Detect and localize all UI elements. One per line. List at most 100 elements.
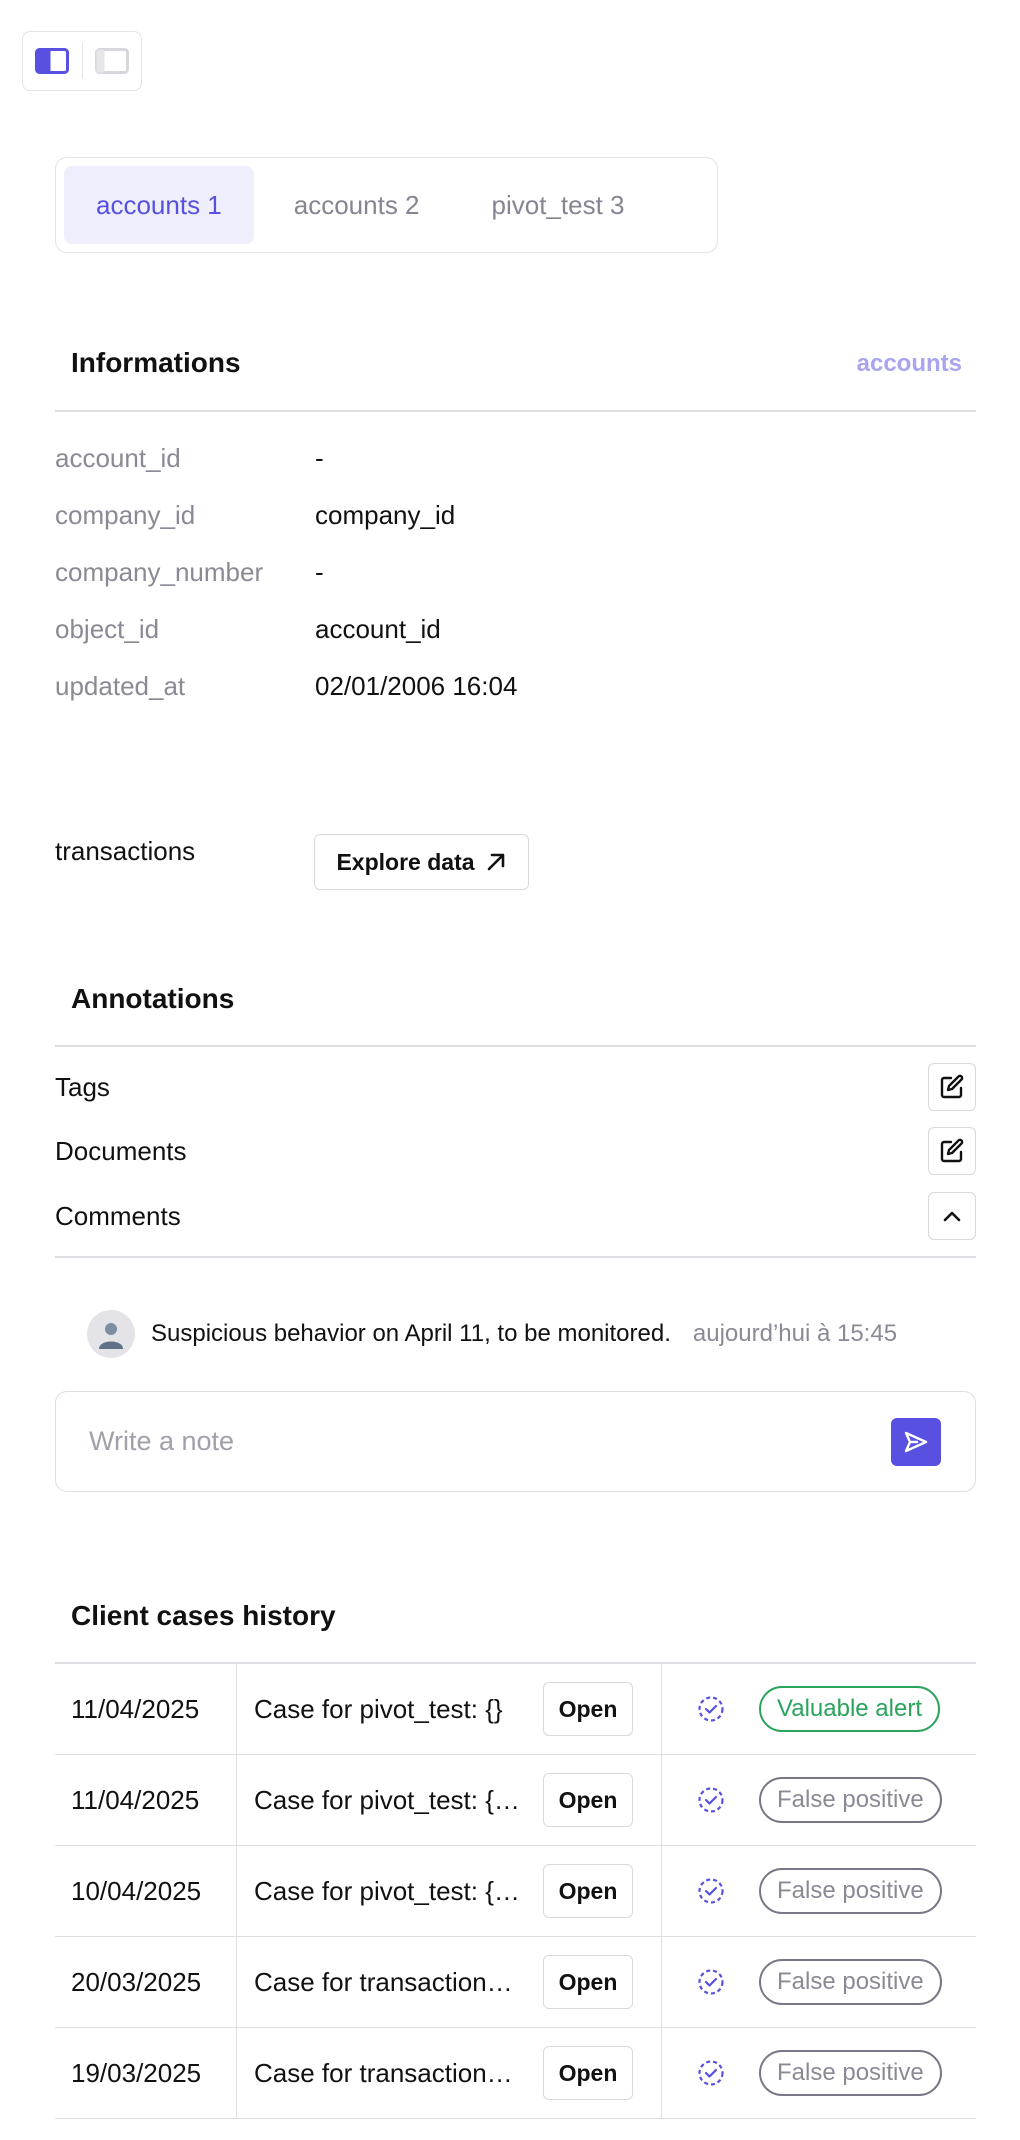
panel-full-icon [94, 48, 129, 74]
case-status-cell [662, 1846, 759, 1936]
note-composer [55, 1391, 976, 1492]
explore-data-label: Explore data [336, 848, 475, 875]
user-icon [99, 1323, 123, 1349]
info-row: company_id company_id [55, 495, 455, 535]
case-open-cell: Open [543, 1846, 662, 1936]
case-status-cell [662, 1755, 759, 1845]
collapse-comments-button[interactable] [928, 1192, 976, 1240]
tab-accounts-2[interactable]: accounts 2 [262, 166, 452, 244]
info-key: company_id [55, 499, 196, 530]
annotation-tags-row: Tags [55, 1062, 976, 1112]
case-name-text: Case for pivot_test: {"account_id": ... [254, 1784, 524, 1815]
tab-pivot-test-3[interactable]: pivot_test 3 [460, 166, 657, 244]
panel-full-button[interactable] [82, 32, 141, 90]
info-value: company_id [315, 499, 456, 530]
info-key: object_id [55, 613, 160, 644]
case-name-text: Case for pivot_test: {"account_id": ... [254, 1875, 524, 1906]
case-date: 11/04/2025 [55, 1664, 237, 1754]
send-icon [904, 1431, 928, 1452]
edit-icon [940, 1074, 964, 1099]
cases-table: 11/04/2025 Case for pivot_test: {} Open … [55, 1664, 976, 2119]
object-tabs: accounts 1 accounts 2 pivot_test 3 [55, 157, 718, 253]
edit-documents-button[interactable] [928, 1127, 976, 1175]
arrow-up-right-icon [487, 853, 504, 871]
case-open-cell: Open [543, 1755, 662, 1845]
chevron-up-icon [943, 1211, 961, 1222]
annotations-title: Annotations [71, 983, 235, 1014]
status-check-icon [697, 1878, 724, 1904]
case-name-text: Case for transactions: ... [254, 1966, 524, 1997]
comments-label: Comments [55, 1200, 181, 1231]
edit-tags-button[interactable] [928, 1063, 976, 1111]
status-check-icon [697, 1696, 724, 1722]
sidebar-left-icon [35, 48, 70, 74]
case-name: Case for pivot_test: {"account_id": ... [237, 1755, 543, 1845]
send-note-button[interactable] [891, 1417, 941, 1466]
avatar [87, 1310, 135, 1358]
case-name-text: Case for transactions: ... [254, 2057, 524, 2088]
panel-layout-toggle [22, 31, 142, 91]
open-case-button[interactable]: Open [543, 1864, 633, 1918]
case-name: Case for pivot_test: {"account_id": ... [237, 1846, 543, 1936]
open-case-button[interactable]: Open [543, 1682, 633, 1736]
table-row: 19/03/2025 Case for transactions: ... Op… [55, 2028, 976, 2119]
documents-label: Documents [55, 1135, 187, 1166]
case-status-cell [662, 1937, 759, 2027]
info-key: updated_at [55, 670, 186, 701]
transactions-label: transactions [55, 836, 196, 866]
tab-accounts-1[interactable]: accounts 1 [64, 166, 254, 244]
case-date: 20/03/2025 [55, 1937, 237, 2027]
info-row: account_id - [55, 438, 324, 478]
tags-label: Tags [55, 1071, 110, 1102]
info-row: company_number - [55, 552, 324, 592]
status-check-icon [697, 1969, 724, 1995]
comment-text: Suspicious behavior on April 11, to be m… [151, 1320, 671, 1347]
annotation-documents-row: Documents [55, 1126, 976, 1176]
table-row: 20/03/2025 Case for transactions: ... Op… [55, 1937, 976, 2028]
page: accounts 1 accounts 2 pivot_test 3 Infor… [0, 0, 1020, 2140]
case-date: 11/04/2025 [55, 1755, 237, 1845]
open-case-button[interactable]: Open [543, 1955, 633, 2009]
outcome-badge: False positive [759, 1959, 942, 2005]
status-check-icon [697, 1787, 724, 1813]
case-name: Case for transactions: ... [237, 1937, 543, 2027]
comment-item: Suspicious behavior on April 11, to be m… [87, 1310, 897, 1358]
case-status-cell [662, 1664, 759, 1754]
table-row: 11/04/2025 Case for pivot_test: {"accoun… [55, 1755, 976, 1846]
status-check-icon [697, 2060, 724, 2086]
annotations-divider [55, 1045, 976, 1047]
case-open-cell: Open [543, 1937, 662, 2027]
outcome-badge: Valuable alert [759, 1686, 940, 1732]
info-value: - [315, 442, 324, 473]
case-date: 19/03/2025 [55, 2028, 237, 2118]
panel-split-button[interactable] [23, 32, 82, 90]
case-open-cell: Open [543, 1664, 662, 1754]
table-row: 11/04/2025 Case for pivot_test: {} Open … [55, 1664, 976, 1755]
informations-object-link[interactable]: accounts [857, 350, 962, 378]
note-input[interactable] [89, 1426, 849, 1457]
explore-data-button[interactable]: Explore data [314, 834, 529, 890]
informations-divider [55, 410, 976, 412]
open-case-button[interactable]: Open [543, 1773, 633, 1827]
comments-divider [55, 1256, 976, 1258]
info-key: account_id [55, 442, 181, 473]
case-open-cell: Open [543, 2028, 662, 2118]
case-date: 10/04/2025 [55, 1846, 237, 1936]
case-name-text: Case for pivot_test: {} [254, 1693, 503, 1724]
outcome-badge: False positive [759, 2050, 942, 2096]
edit-icon [940, 1138, 964, 1163]
info-value: account_id [315, 613, 441, 644]
info-row: updated_at 02/01/2006 16:04 [55, 666, 517, 706]
open-case-button[interactable]: Open [543, 2046, 633, 2100]
info-value: - [315, 556, 324, 587]
informations-title: Informations [71, 347, 241, 378]
info-key: company_number [55, 556, 264, 587]
annotation-comments-row: Comments [55, 1191, 976, 1241]
cases-history-title: Client cases history [71, 1600, 336, 1631]
case-name: Case for pivot_test: {} [237, 1664, 543, 1754]
comment-timestamp: aujourd’hui à 15:45 [692, 1320, 898, 1347]
case-name: Case for transactions: ... [237, 2028, 543, 2118]
table-row: 10/04/2025 Case for pivot_test: {"accoun… [55, 1846, 976, 1937]
outcome-badge: False positive [759, 1868, 942, 1914]
outcome-badge: False positive [759, 1777, 942, 1823]
